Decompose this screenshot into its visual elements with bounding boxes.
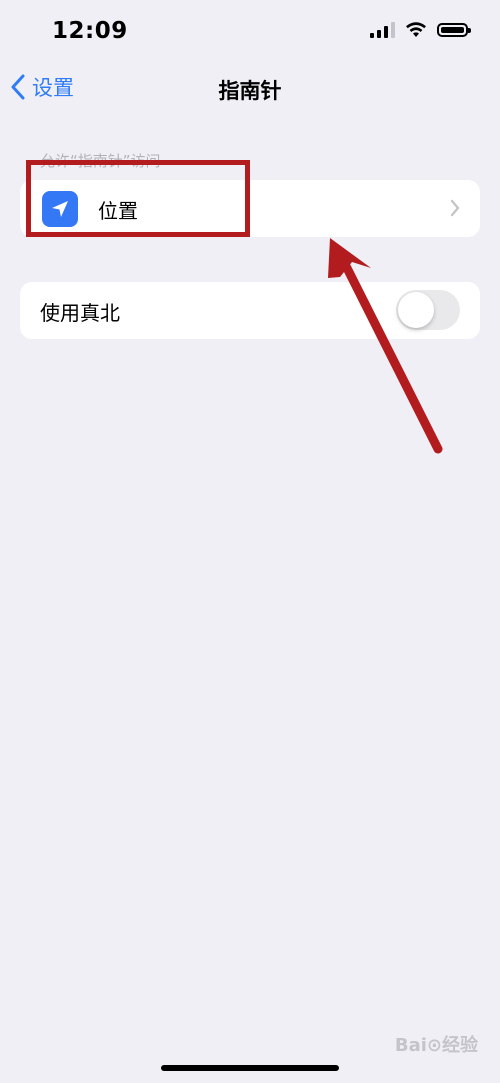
section-header: 允许“指南针”访问	[40, 152, 161, 170]
location-row-label: 位置	[98, 199, 138, 223]
watermark: Bai⊙经验	[394, 1035, 478, 1056]
cellular-signal-icon	[370, 22, 395, 38]
home-indicator	[161, 1065, 339, 1071]
wifi-icon	[406, 22, 426, 37]
battery-icon	[437, 23, 471, 37]
status-time: 12:09	[52, 18, 128, 44]
status-icons	[370, 22, 471, 38]
true-north-row: 使用真北	[20, 282, 480, 339]
chevron-right-icon	[450, 199, 460, 217]
true-north-toggle[interactable]	[396, 290, 460, 330]
true-north-label: 使用真北	[40, 301, 120, 325]
location-arrow-icon	[42, 191, 78, 227]
page-title: 指南针	[218, 79, 282, 103]
toggle-knob	[398, 292, 434, 328]
location-row[interactable]: 位置	[20, 180, 480, 237]
